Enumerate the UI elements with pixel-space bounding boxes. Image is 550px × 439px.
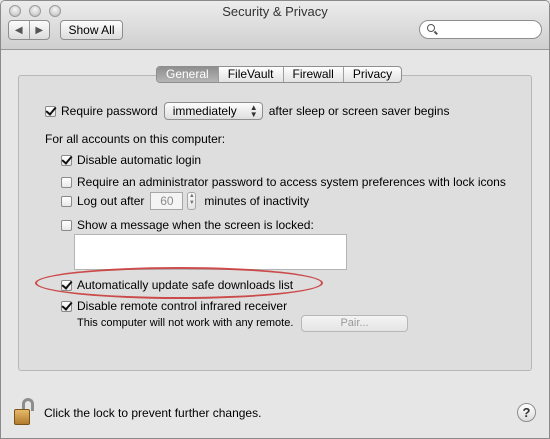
search-input[interactable] xyxy=(440,22,536,36)
back-arrow-icon: ◀ xyxy=(14,24,23,36)
disable-ir-receiver-label: Disable remote control infrared receiver xyxy=(77,299,288,313)
search-field[interactable] xyxy=(419,20,542,39)
help-button[interactable]: ? xyxy=(517,403,536,422)
require-password-popup-value: immediately xyxy=(172,104,237,118)
tab-firewall[interactable]: Firewall xyxy=(282,67,343,82)
lock-button[interactable] xyxy=(12,398,38,428)
log-out-minutes-stepper[interactable]: ▲ ▼ xyxy=(187,192,197,210)
disable-auto-login-checkbox[interactable] xyxy=(61,154,72,166)
show-message-label: Show a message when the screen is locked… xyxy=(77,218,314,232)
pair-button[interactable]: Pair... xyxy=(301,315,408,332)
show-message-checkbox[interactable] xyxy=(61,219,72,231)
require-password-checkbox[interactable] xyxy=(45,105,56,117)
lock-message-textarea[interactable] xyxy=(74,234,347,270)
forward-button[interactable]: ▶ xyxy=(28,21,50,39)
lock-icon xyxy=(14,409,30,425)
require-admin-pw-row: Require an administrator password to acc… xyxy=(61,175,506,189)
tab-general[interactable]: General xyxy=(157,67,218,82)
log-out-minutes-field[interactable]: 60 xyxy=(150,192,184,210)
disable-auto-login-label: Disable automatic login xyxy=(77,153,202,167)
security-privacy-window: Security & Privacy ◀ ▶ Show All General … xyxy=(0,0,550,439)
log-out-after-checkbox[interactable] xyxy=(61,195,72,207)
back-button[interactable]: ◀ xyxy=(9,21,29,39)
disable-auto-login-row: Disable automatic login xyxy=(61,153,201,167)
show-message-row: Show a message when the screen is locked… xyxy=(61,218,314,232)
all-accounts-heading: For all accounts on this computer: xyxy=(45,132,226,146)
log-out-after-suffix: minutes of inactivity xyxy=(204,194,310,208)
tab-filevault[interactable]: FileVault xyxy=(217,67,283,82)
back-forward-buttons: ◀ ▶ xyxy=(8,20,50,40)
popup-arrows-icon: ▲ ▼ xyxy=(249,103,258,119)
tab-privacy[interactable]: Privacy xyxy=(342,67,401,82)
require-password-label: Require password xyxy=(61,104,158,118)
log-out-after-row: Log out after 60 ▲ ▼ minutes of inactivit… xyxy=(61,192,309,210)
title-bar: Security & Privacy ◀ ▶ Show All xyxy=(1,1,549,50)
require-password-popup[interactable]: immediately ▲ ▼ xyxy=(163,102,263,120)
ir-note: This computer will not work with any rem… xyxy=(77,317,294,329)
require-admin-pw-label: Require an administrator password to acc… xyxy=(77,175,506,189)
log-out-after-label: Log out after xyxy=(77,194,145,208)
tab-bar: General FileVault Firewall Privacy xyxy=(156,66,403,83)
forward-arrow-icon: ▶ xyxy=(35,24,44,36)
require-password-suffix: after sleep or screen saver begins xyxy=(268,104,450,118)
require-password-row: Require password immediately ▲ ▼ after sl… xyxy=(45,102,449,120)
require-admin-pw-checkbox[interactable] xyxy=(61,176,72,188)
show-all-button[interactable]: Show All xyxy=(60,20,123,40)
lock-text: Click the lock to prevent further change… xyxy=(44,406,262,420)
disable-ir-receiver-row: Disable remote control infrared receiver xyxy=(61,299,287,313)
disable-ir-receiver-checkbox[interactable] xyxy=(61,300,72,312)
red-annotation-ellipse xyxy=(35,267,323,299)
window-title: Security & Privacy xyxy=(222,4,328,19)
search-icon xyxy=(427,24,435,32)
